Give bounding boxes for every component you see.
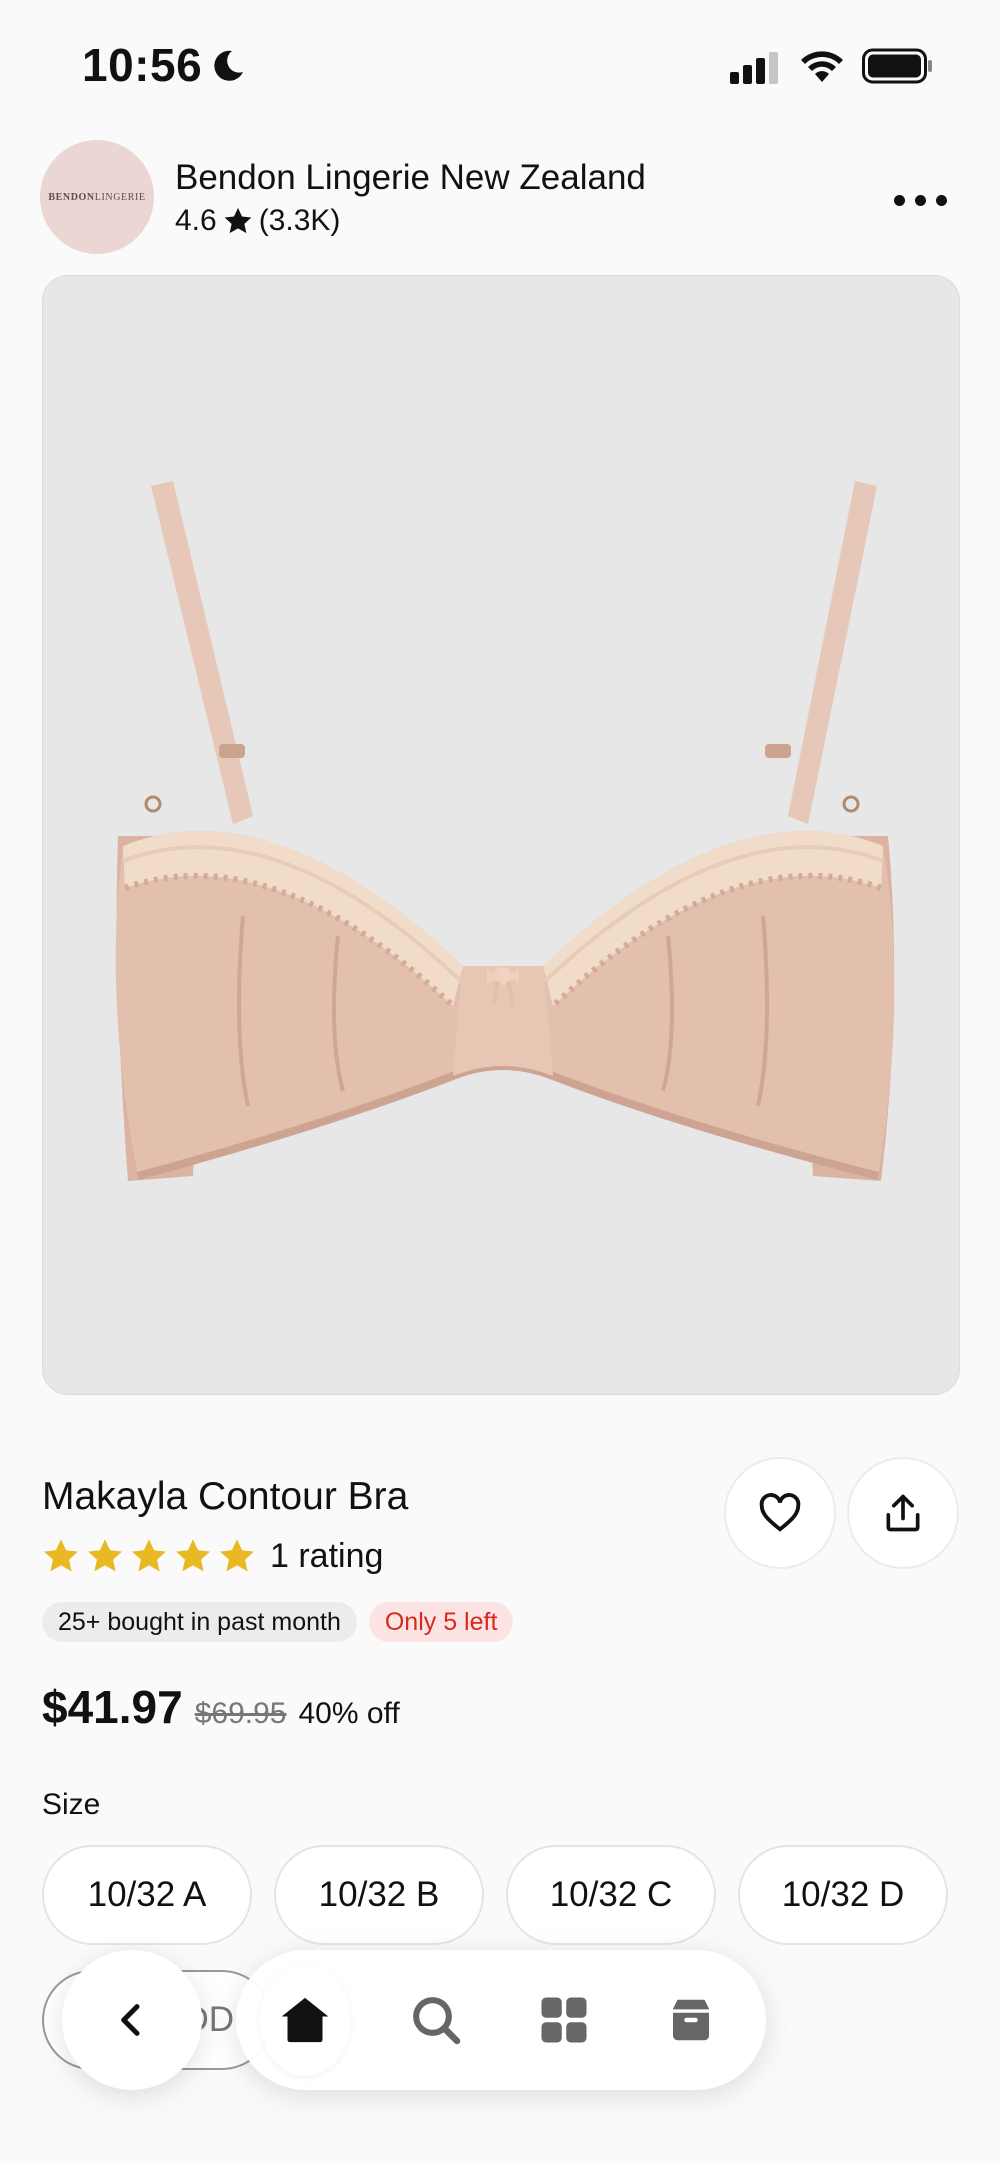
product-rating[interactable]: 1 rating (42, 1532, 383, 1580)
share-icon (886, 1494, 920, 1532)
more-dot-icon (893, 194, 905, 206)
star-icon (224, 207, 252, 234)
home-icon (281, 1997, 329, 2043)
stock-badge: Only 5 left (368, 1602, 514, 1642)
star-icon (132, 1539, 166, 1572)
battery-icon (862, 48, 932, 84)
search-icon (413, 1997, 461, 2045)
size-option[interactable]: 10/32 C (506, 1845, 716, 1945)
nav-search[interactable] (391, 1950, 481, 2090)
price-row: $41.97 $69.95 40% off (42, 1680, 400, 1734)
store-rating-value: 4.6 (175, 204, 217, 237)
size-options: 10/32 A 10/32 B 10/32 C 10/32 D (42, 1845, 948, 1945)
more-dot-icon (935, 194, 947, 206)
store-header: BENDON LINGERIE Bendon Lingerie New Zeala… (40, 140, 960, 256)
star-icon (88, 1539, 122, 1572)
store-logo[interactable]: BENDON LINGERIE (40, 140, 154, 254)
store-review-count: (3.3K) (258, 204, 341, 237)
discount-label: 40% off (298, 1697, 400, 1730)
product-badges: 25+ bought in past month Only 5 left (42, 1602, 514, 1642)
nav-orders[interactable] (646, 1950, 736, 2090)
original-price: $69.95 (194, 1697, 287, 1730)
back-button[interactable] (62, 1950, 202, 2090)
store-logo-text-light: LINGERIE (94, 191, 146, 203)
store-name[interactable]: Bendon Lingerie New Zealand (175, 158, 646, 198)
share-button[interactable] (847, 1457, 959, 1569)
nav-home-highlight (260, 1964, 350, 2076)
store-logo-text-bold: BENDON (48, 191, 95, 203)
store-rating: 4.6 (3.3K) (175, 204, 340, 238)
star-icon (176, 1539, 210, 1572)
size-option[interactable]: 10/32 B (274, 1845, 484, 1945)
star-icon (220, 1539, 254, 1572)
favorite-button[interactable] (724, 1457, 836, 1569)
product-title: Makayla Contour Bra (42, 1475, 409, 1518)
product-image[interactable] (42, 275, 960, 1395)
more-options-button[interactable] (880, 175, 960, 225)
orders-icon (673, 1999, 709, 2041)
nav-home[interactable] (260, 1950, 350, 2090)
heart-icon (759, 1493, 801, 1532)
more-dot-icon (914, 194, 926, 206)
size-option[interactable]: 10/32 D (738, 1845, 948, 1945)
current-price: $41.97 (42, 1681, 183, 1733)
size-option[interactable]: 10/32 A (42, 1845, 252, 1945)
nav-categories[interactable] (519, 1950, 609, 2090)
bra-illustration (115, 481, 895, 1181)
categories-icon (541, 1997, 587, 2043)
bought-badge: 25+ bought in past month (42, 1602, 357, 1642)
status-bar: 10:56 (0, 0, 1000, 120)
rating-count: 1 rating (270, 1536, 384, 1575)
moon-icon (214, 50, 243, 81)
status-time: 10:56 (82, 39, 203, 91)
chevron-left-icon (121, 2004, 140, 2036)
wifi-icon (801, 51, 843, 82)
size-label: Size (42, 1788, 101, 1821)
signal-icon (730, 52, 778, 84)
bottom-nav (236, 1950, 766, 2090)
star-icon (44, 1539, 78, 1572)
